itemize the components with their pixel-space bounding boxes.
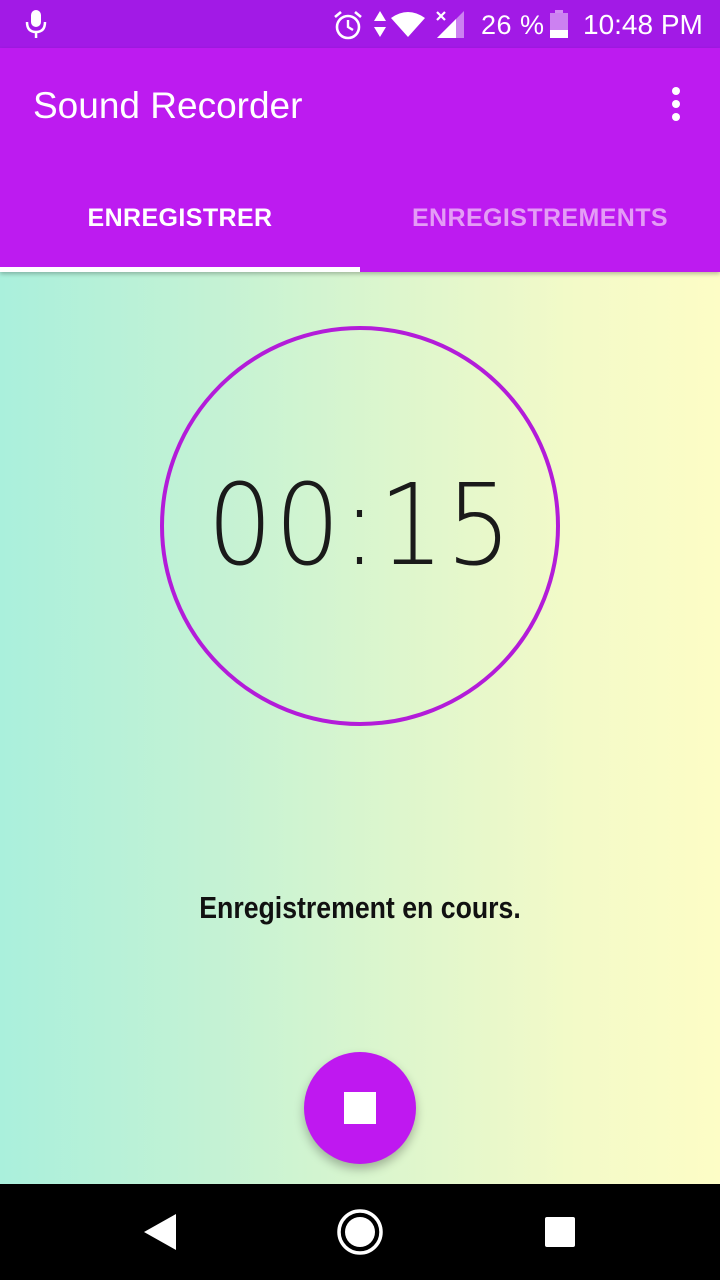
app-title: Sound Recorder <box>33 85 303 126</box>
alarm-icon <box>334 11 362 40</box>
elapsed-timer: 00:15 <box>206 461 514 591</box>
clock: 10:48 PM <box>583 9 703 40</box>
tab-indicator <box>0 267 360 272</box>
more-vert-icon[interactable] <box>656 80 696 128</box>
battery-icon <box>550 10 568 38</box>
app-bar: Sound Recorder ENREGISTRER ENREGISTREMEN… <box>0 48 720 272</box>
tab-recordings[interactable]: ENREGISTREMENTS <box>360 168 720 268</box>
menu-dot <box>672 87 680 95</box>
stop-icon <box>344 1092 376 1124</box>
battery-percent: 26 % <box>481 10 545 40</box>
home-icon[interactable] <box>336 1208 384 1256</box>
recorder-panel: 00:15 Enregistrement en cours. <box>0 272 720 1184</box>
back-icon[interactable] <box>140 1212 180 1252</box>
recording-status: Enregistrement en cours. <box>199 890 521 925</box>
menu-dot <box>672 113 680 121</box>
tab-record[interactable]: ENREGISTRER <box>0 168 360 268</box>
navigation-bar <box>0 1184 720 1280</box>
wifi-icon <box>391 12 425 37</box>
stop-button[interactable] <box>304 1052 416 1164</box>
signal-icon <box>436 11 464 38</box>
data-arrows-icon <box>374 11 386 37</box>
menu-dot <box>672 100 680 108</box>
timer-ring: 00:15 <box>160 326 560 726</box>
mic-icon <box>25 10 47 38</box>
recents-icon[interactable] <box>545 1217 575 1247</box>
status-bar: 26 % 10:48 PM <box>0 0 720 48</box>
